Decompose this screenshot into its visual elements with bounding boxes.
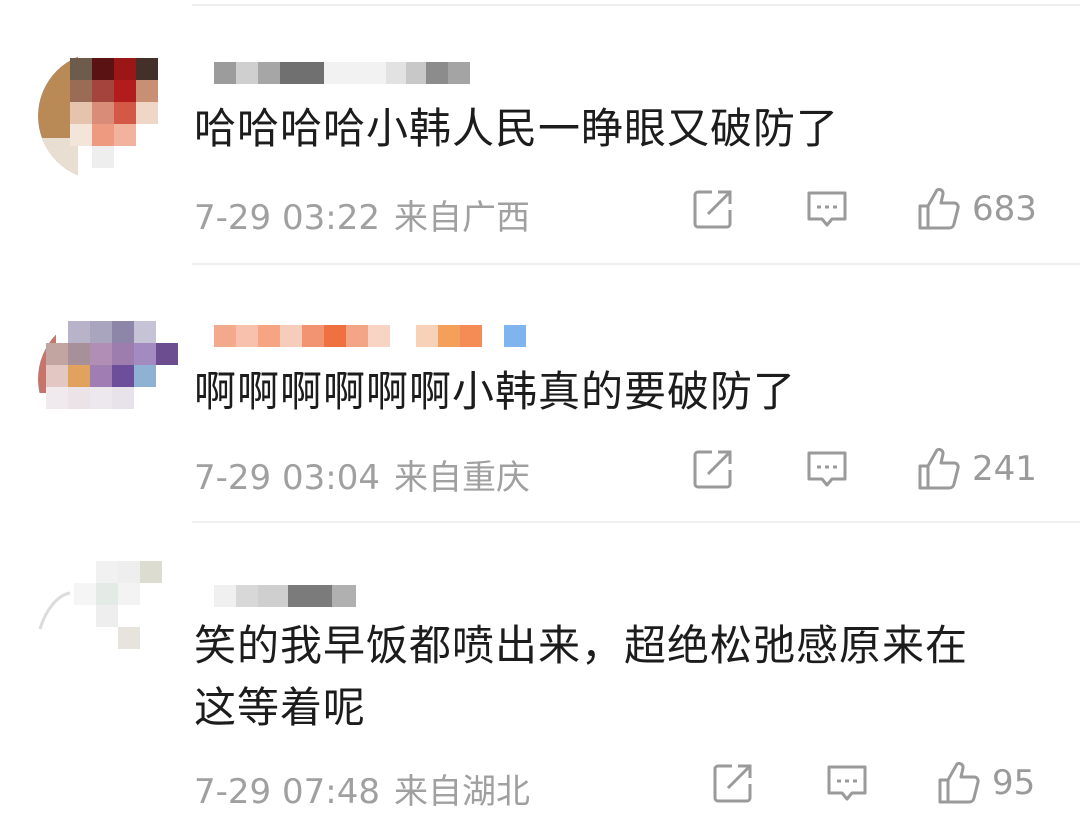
share-icon bbox=[693, 190, 732, 229]
thumbs-up-icon bbox=[938, 761, 980, 804]
comment-item: 哈哈哈哈小韩人民一睁眼又破防了 7-29 03:22 来自广西 683 bbox=[0, 0, 1080, 265]
comment-timestamp: 7-29 07:48 来自湖北 bbox=[194, 764, 530, 813]
share-icon bbox=[713, 764, 752, 803]
comment-meta: 7-29 03:22 来自广西 683 bbox=[194, 186, 1044, 239]
username-mosaic[interactable] bbox=[214, 62, 470, 84]
like-button[interactable]: 683 bbox=[916, 186, 1037, 232]
comment-meta: 7-29 03:04 来自重庆 241 bbox=[194, 446, 1044, 499]
username-mosaic[interactable] bbox=[214, 325, 526, 347]
location-text: 来自广西 bbox=[393, 198, 530, 238]
comment-item: 啊啊啊啊啊啊小韩真的要破防了 7-29 03:04 来自重庆 241 bbox=[0, 265, 1080, 523]
share-button[interactable] bbox=[690, 446, 736, 492]
thumbs-up-icon bbox=[918, 187, 960, 230]
time-text: 7-29 03:04 bbox=[194, 458, 380, 498]
like-count: 95 bbox=[992, 763, 1036, 803]
like-count: 683 bbox=[972, 189, 1037, 229]
location-text: 来自重庆 bbox=[393, 458, 530, 498]
comment-meta: 7-29 07:48 来自湖北 95 bbox=[194, 760, 1044, 813]
comment-text-line: 笑的我早饭都喷出来，超绝松弛感原来在 bbox=[194, 621, 969, 670]
reply-button[interactable] bbox=[804, 186, 850, 232]
reply-button[interactable] bbox=[824, 760, 870, 806]
comment-icon bbox=[807, 451, 847, 487]
avatar[interactable] bbox=[36, 559, 168, 691]
like-button[interactable]: 95 bbox=[936, 760, 1035, 806]
avatar[interactable] bbox=[36, 313, 178, 445]
comment-item: 笑的我早饭都喷出来，超绝松弛感原来在 这等着呢 7-29 07:48 来自湖北 9… bbox=[0, 523, 1080, 826]
time-text: 7-29 07:48 bbox=[194, 772, 380, 812]
comment-icon bbox=[807, 191, 847, 227]
comment-text-line: 这等着呢 bbox=[194, 683, 367, 732]
comment-timestamp: 7-29 03:22 来自广西 bbox=[194, 190, 530, 239]
location-text: 来自湖北 bbox=[393, 772, 530, 812]
username-mosaic[interactable] bbox=[214, 585, 356, 607]
comment-icon bbox=[827, 765, 867, 801]
share-button[interactable] bbox=[710, 760, 756, 806]
share-icon bbox=[693, 450, 732, 489]
time-text: 7-29 03:22 bbox=[194, 198, 380, 238]
avatar[interactable] bbox=[36, 50, 168, 182]
like-count: 241 bbox=[972, 449, 1037, 489]
thumbs-up-icon bbox=[918, 447, 960, 490]
comment-text: 啊啊啊啊啊啊小韩真的要破防了 bbox=[194, 367, 797, 416]
like-button[interactable]: 241 bbox=[916, 446, 1037, 492]
comment-text: 哈哈哈哈小韩人民一睁眼又破防了 bbox=[194, 104, 840, 153]
reply-button[interactable] bbox=[804, 446, 850, 492]
comment-timestamp: 7-29 03:04 来自重庆 bbox=[194, 450, 530, 499]
comment-text: 笑的我早饭都喷出来，超绝松弛感原来在 这等着呢 bbox=[194, 615, 1040, 739]
share-button[interactable] bbox=[690, 186, 736, 232]
